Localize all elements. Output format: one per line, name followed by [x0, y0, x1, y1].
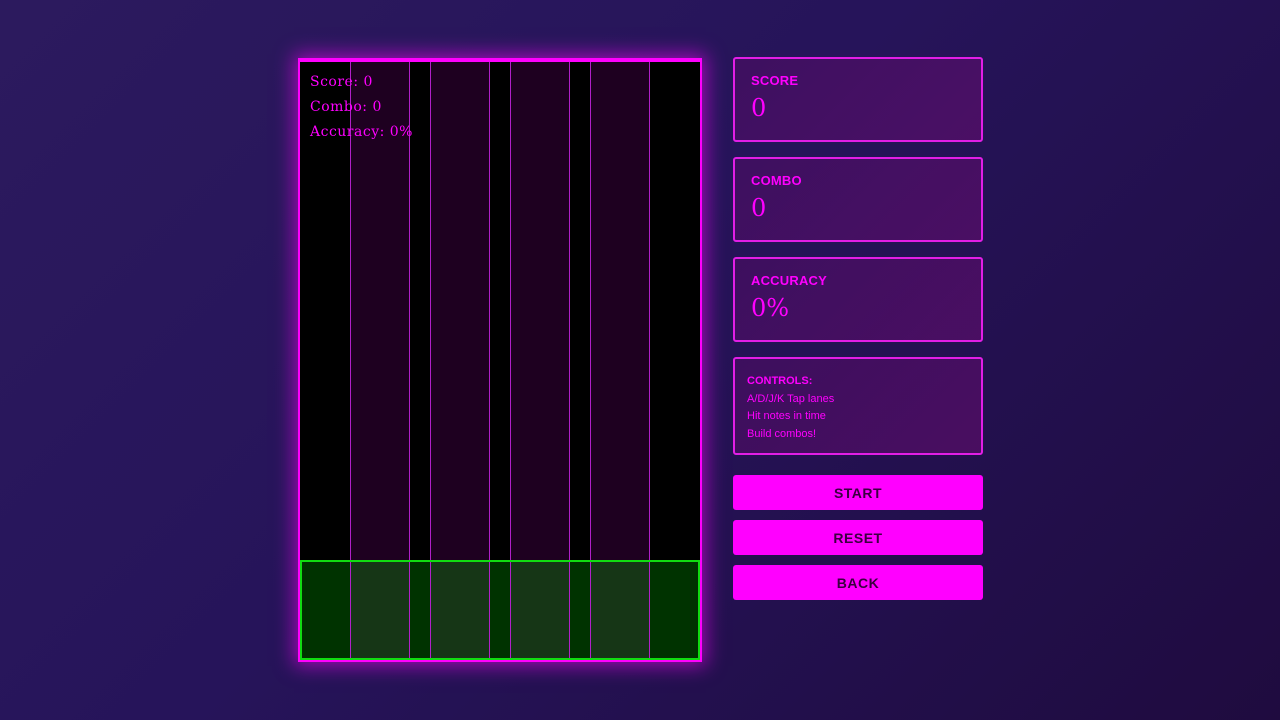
accuracy-label: ACCURACY [751, 273, 827, 288]
controls-line: A/D/J/K Tap lanes [747, 392, 835, 405]
score-card: SCORE 0 [733, 57, 983, 142]
hit-lane-1 [350, 562, 410, 658]
hud-accuracy: Accuracy: 0% [310, 124, 413, 140]
hit-lane-3 [510, 562, 570, 658]
hit-lane-4 [590, 562, 650, 658]
hit-lane-2 [430, 562, 490, 658]
lane-4[interactable] [590, 60, 650, 560]
reset-button[interactable]: RESET [733, 520, 983, 555]
accuracy-card: ACCURACY 0% [733, 257, 983, 342]
lane-3[interactable] [510, 60, 570, 560]
combo-value: 0 [751, 194, 767, 222]
hud-combo: Combo: 0 [310, 99, 382, 115]
start-button[interactable]: START [733, 475, 983, 510]
lane-2[interactable] [430, 60, 490, 560]
controls-line: Hit notes in time [747, 410, 826, 422]
hud-overlay: Score: 0 Combo: 0 Accuracy: 0% [310, 70, 413, 145]
hud-score: Score: 0 [310, 74, 373, 90]
controls-card: CONTROLS: A/D/J/K Tap lanes Hit notes in… [733, 357, 983, 455]
back-button[interactable]: BACK [733, 565, 983, 600]
board-top-border [300, 60, 700, 62]
score-value: 0 [751, 94, 767, 122]
controls-line: Build combos! [747, 427, 817, 440]
game-board[interactable]: Score: 0 Combo: 0 Accuracy: 0% [298, 58, 702, 662]
hit-zone [300, 560, 700, 660]
controls-title: CONTROLS: [747, 375, 813, 387]
accuracy-value: 0% [751, 294, 790, 322]
score-label: SCORE [751, 73, 799, 88]
combo-label: COMBO [751, 173, 802, 188]
combo-card: COMBO 0 [733, 157, 983, 242]
